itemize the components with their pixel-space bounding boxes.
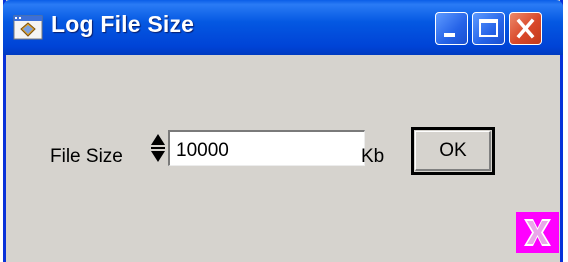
window-title: Log File Size [51,11,195,37]
minimize-icon [444,33,455,37]
file-size-label: File Size [50,146,123,167]
dialog-window: Log File Size File Size 10000 Kb OK [3,0,563,262]
spinner-arrows[interactable] [149,132,167,164]
ok-button[interactable]: OK [411,127,495,175]
app-icon [13,15,43,40]
file-size-input[interactable]: 10000 [168,130,365,166]
title-bar[interactable]: Log File Size [3,0,563,55]
minimize-button[interactable] [435,12,468,45]
close-icon [516,18,535,39]
ok-button-label: OK [439,140,467,161]
maximize-button[interactable] [472,12,505,45]
unit-label: Kb [361,146,385,167]
maximize-icon [479,19,498,37]
exit-icon[interactable] [516,212,559,253]
close-button[interactable] [509,12,542,45]
